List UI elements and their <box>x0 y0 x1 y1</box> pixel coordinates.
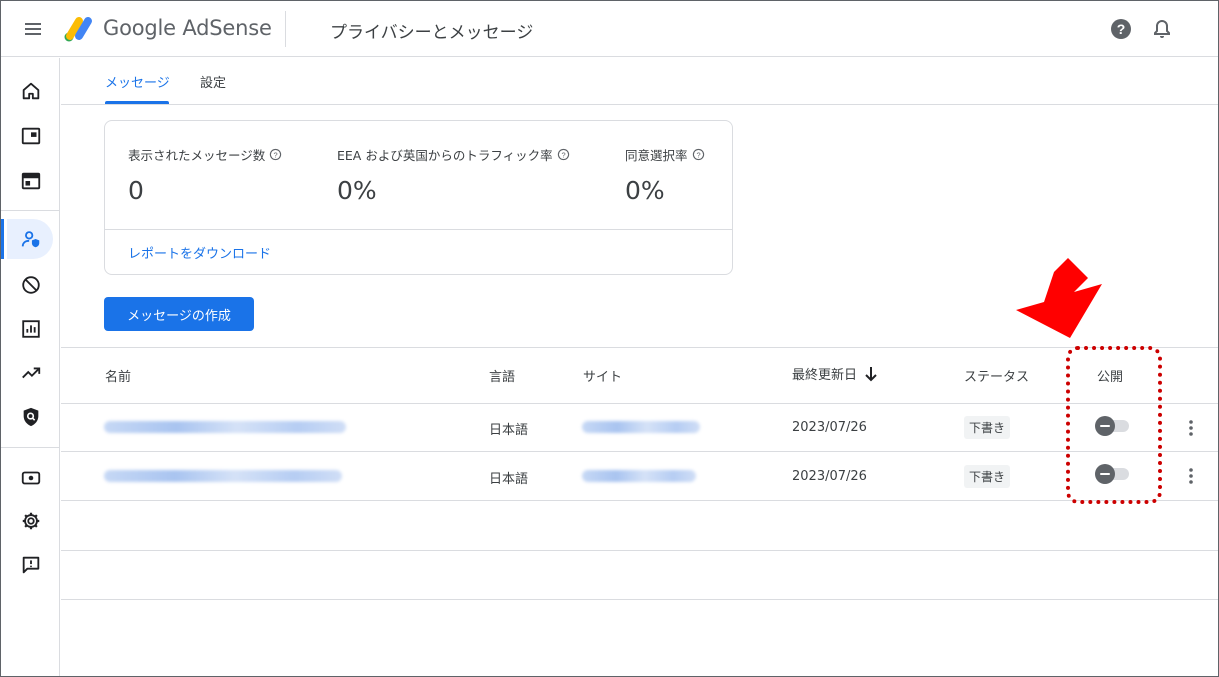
row-language: 日本語 <box>489 472 529 487</box>
reports-icon <box>21 320 40 338</box>
table-top-divider <box>61 347 1218 348</box>
row-more-menu-icon[interactable] <box>1181 416 1201 440</box>
annotation-arrow-icon <box>1016 258 1102 338</box>
stat-consent-rate: 同意選択率 ? 0% <box>625 145 705 205</box>
rail-item-sites[interactable] <box>1 161 60 201</box>
settings-gear-icon <box>22 512 39 530</box>
rail-item-reports[interactable] <box>1 309 60 349</box>
column-header-label: 最終更新日 <box>792 368 858 383</box>
rail-item-optimization[interactable] <box>1 353 60 393</box>
rail-separator <box>1 210 60 211</box>
adsense-logo-icon <box>62 15 94 43</box>
column-header-label: ステータス <box>964 370 1030 385</box>
row-divider <box>61 599 1218 600</box>
feedback-icon <box>22 556 39 574</box>
stat-value: 0% <box>625 176 665 205</box>
status-badge: 下書き <box>964 416 1011 439</box>
stat-label: EEA および英国からのトラフィック率 <box>337 148 553 163</box>
row-last-updated: 2023/07/26 <box>792 420 867 435</box>
rail-item-privacy-messaging[interactable] <box>1 219 60 259</box>
tab-settings[interactable]: 設定 <box>200 72 226 91</box>
stat-messages-shown: 表示されたメッセージ数 ? 0 <box>128 145 282 205</box>
row-last-updated: 2023/07/26 <box>792 469 867 484</box>
rail-separator <box>1 447 60 448</box>
site-link-blurred[interactable] <box>582 470 696 482</box>
status-badge: 下書き <box>964 465 1011 488</box>
column-header-name[interactable]: 名前 <box>105 366 131 385</box>
rail-item-settings[interactable] <box>1 501 60 541</box>
svg-text:?: ? <box>561 150 565 159</box>
column-header-label: サイト <box>583 370 623 385</box>
brand-name: Google AdSense <box>103 16 272 40</box>
column-header-language[interactable]: 言語 <box>489 366 515 385</box>
svg-text:?: ? <box>274 150 278 159</box>
column-header-site[interactable]: サイト <box>583 366 622 385</box>
sites-icon <box>21 172 40 190</box>
hamburger-menu-icon[interactable] <box>21 17 45 41</box>
column-header-status[interactable]: ステータス <box>964 366 1029 385</box>
column-header-label: 名前 <box>105 370 132 385</box>
notifications-bell-icon[interactable] <box>1150 17 1174 41</box>
rail-item-home[interactable] <box>1 71 60 111</box>
help-circle-icon[interactable]: ? <box>557 148 570 161</box>
message-name-link-blurred[interactable] <box>104 421 346 433</box>
rail-item-ads[interactable] <box>1 116 60 156</box>
stat-label: 同意選択率 <box>625 148 688 163</box>
message-name-link-blurred[interactable] <box>104 470 342 482</box>
rail-active-indicator <box>1 219 4 259</box>
row-divider <box>61 451 1218 452</box>
column-header-label: 言語 <box>489 370 516 385</box>
row-more-menu-icon[interactable] <box>1181 464 1201 488</box>
sort-descending-arrow-icon <box>865 366 877 381</box>
row-language: 日本語 <box>489 423 529 438</box>
rail-item-blocking-controls[interactable] <box>1 265 60 305</box>
stat-label: 表示されたメッセージ数 <box>128 148 266 163</box>
stat-value: 0 <box>128 176 144 205</box>
help-icon[interactable]: ? <box>1109 17 1133 41</box>
stats-card: 表示されたメッセージ数 ? 0 EEA および英国からのトラフィック率 ? 0%… <box>104 120 733 275</box>
help-circle-icon[interactable]: ? <box>269 148 282 161</box>
home-icon <box>22 82 39 100</box>
privacy-messaging-icon <box>21 231 39 248</box>
top-app-bar: Google AdSense プライバシーとメッセージ ? <box>1 1 1218 57</box>
tab-messages[interactable]: メッセージ <box>105 72 170 91</box>
blocking-controls-icon <box>21 276 40 294</box>
rail-item-policy-center[interactable] <box>1 397 60 437</box>
create-message-button[interactable]: メッセージの作成 <box>104 297 254 331</box>
navigation-rail <box>1 58 60 676</box>
page-title: プライバシーとメッセージ <box>330 23 534 43</box>
stat-value: 0% <box>337 176 377 205</box>
rail-item-payments[interactable] <box>1 458 60 498</box>
card-divider <box>105 229 732 230</box>
row-divider <box>61 550 1218 551</box>
stat-eea-uk-traffic: EEA および英国からのトラフィック率 ? 0% <box>337 145 570 205</box>
help-circle-icon[interactable]: ? <box>692 148 705 161</box>
row-divider <box>61 500 1218 501</box>
ads-icon <box>21 127 40 145</box>
svg-text:?: ? <box>1117 21 1126 37</box>
svg-text:?: ? <box>696 150 700 159</box>
optimization-icon <box>21 367 40 379</box>
annotation-highlight-box <box>1066 346 1162 504</box>
site-link-blurred[interactable] <box>582 421 700 433</box>
payments-icon <box>21 471 40 485</box>
column-header-last-updated[interactable]: 最終更新日 <box>792 364 879 383</box>
topbar-divider <box>285 11 286 47</box>
download-report-link[interactable]: レポートをダウンロード <box>128 243 271 262</box>
rail-item-feedback[interactable] <box>1 545 60 585</box>
tabs-divider <box>61 104 1218 105</box>
policy-center-icon <box>23 407 38 427</box>
table-header-divider <box>61 403 1218 404</box>
